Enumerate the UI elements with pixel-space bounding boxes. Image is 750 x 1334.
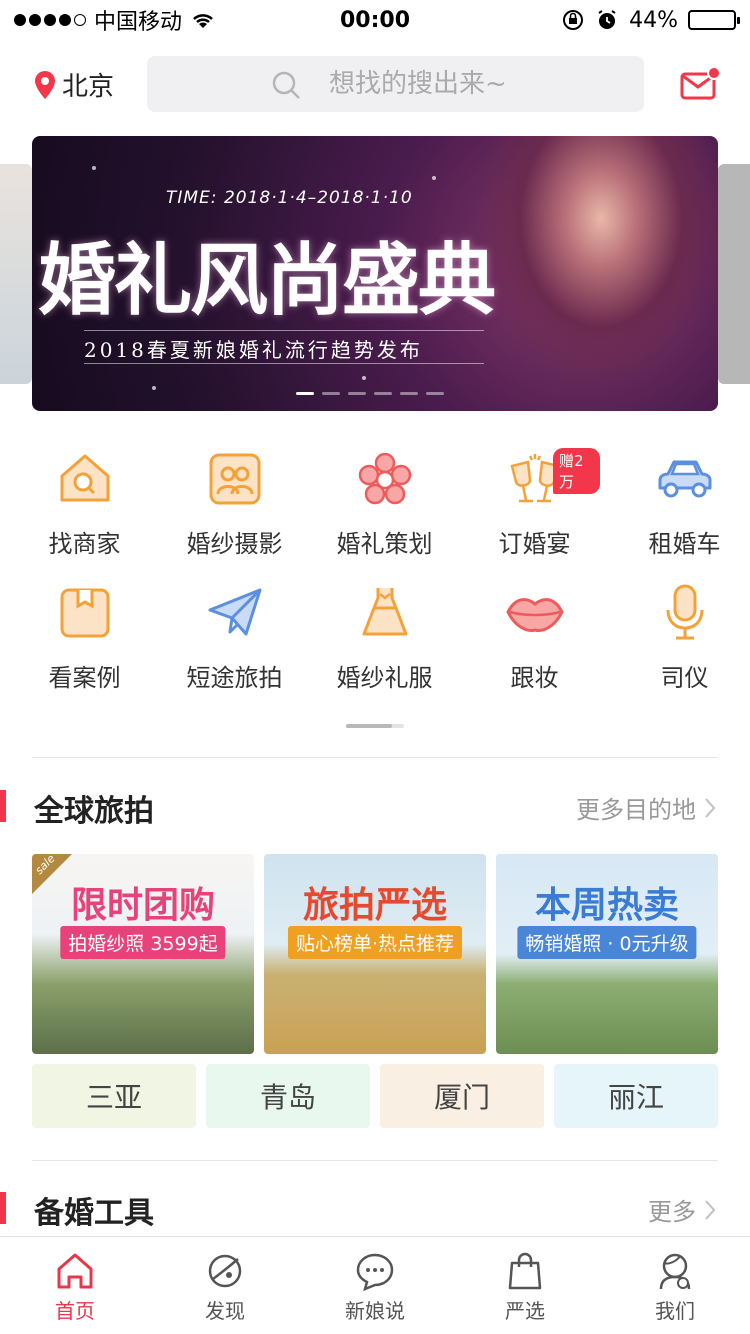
location-pin-icon	[35, 70, 55, 99]
house-search-icon	[60, 454, 109, 502]
category-pager	[346, 724, 404, 728]
category-wedding-photo[interactable]: 婚纱摄影	[169, 450, 300, 584]
card-subtitle: 拍婚纱照 3599起	[60, 926, 226, 959]
banner-page-dot	[322, 392, 340, 395]
tab-bride-talk[interactable]: 新娘说	[300, 1237, 450, 1334]
home-icon	[57, 1253, 93, 1289]
battery-icon	[688, 10, 740, 30]
travel-cards: sale 限时团购 拍婚纱照 3599起 旅拍严选 贴心榜单·热点推荐 本周热卖…	[32, 854, 718, 1054]
tab-discover[interactable]: 发现	[150, 1237, 300, 1334]
card-title: 旅拍严选	[302, 885, 447, 926]
city-button-xiamen[interactable]: 厦门	[380, 1064, 544, 1128]
card-subtitle: 畅销婚照 · 0元升级	[517, 926, 697, 959]
category-find-merchant[interactable]: 找商家	[19, 450, 150, 584]
tools-section-header: 备婚工具 更多	[0, 1188, 750, 1231]
dress-icon	[362, 588, 407, 636]
banner-time: TIME: 2018·1·4–2018·1·10	[166, 188, 413, 208]
travel-section-title: 全球旅拍	[34, 794, 154, 829]
travel-card-group-buy[interactable]: sale 限时团购 拍婚纱照 3599起	[32, 854, 254, 1054]
card-title: 限时团购	[70, 885, 215, 926]
bottom-tab-bar: 首页 发现 新娘说 严选 我们	[0, 1236, 750, 1334]
card-title: 本周热卖	[534, 885, 679, 926]
case-box-icon	[60, 588, 109, 638]
search-input[interactable]	[329, 69, 629, 99]
tools-section-title: 备婚工具	[34, 1196, 154, 1231]
banquet-gift-badge: 赠2万	[553, 448, 600, 494]
tab-home[interactable]: 首页	[0, 1237, 150, 1334]
destination-cities: 三亚 青岛 厦门 丽江	[32, 1064, 718, 1128]
planet-icon	[208, 1254, 242, 1288]
category-wedding-car[interactable]: 租婚车	[619, 450, 750, 584]
search-icon	[272, 71, 300, 99]
city-button-lijiang[interactable]: 丽江	[554, 1064, 718, 1128]
banner-pagination	[296, 392, 444, 395]
category-cases[interactable]: 看案例	[19, 584, 150, 718]
category-dress[interactable]: 婚纱礼服	[319, 584, 450, 718]
card-subtitle: 贴心榜单·热点推荐	[287, 926, 463, 959]
banner-title: 婚礼风尚盛典	[38, 235, 496, 326]
couple-icon	[659, 1253, 691, 1290]
city-name: 北京	[62, 72, 115, 102]
tab-us[interactable]: 我们	[600, 1237, 750, 1334]
signal-strength-icon	[14, 14, 86, 26]
chevron-right-icon	[705, 1199, 716, 1220]
divider	[32, 757, 718, 758]
divider	[32, 1160, 718, 1161]
travel-card-selection[interactable]: 旅拍严选 贴心榜单·热点推荐	[264, 854, 486, 1054]
top-header: 北京	[0, 56, 750, 112]
search-box[interactable]	[147, 56, 644, 112]
banner-page-dot	[400, 392, 418, 395]
banner-prev-peek[interactable]	[0, 164, 32, 384]
city-button-qingdao[interactable]: 青岛	[206, 1064, 370, 1128]
banner-subtitle: 2018春夏新娘婚礼流行趋势发布	[84, 338, 423, 362]
category-short-trip[interactable]: 短途旅拍	[169, 584, 300, 718]
wifi-icon	[193, 14, 213, 28]
promo-banner[interactable]: TIME: 2018·1·4–2018·1·10 婚礼风尚盛典 2018春夏新娘…	[32, 136, 718, 411]
banner-page-dot	[374, 392, 392, 395]
category-grid: 找商家 婚纱摄影 婚礼策划 赠2万 订婚宴 租婚车 看案例 短途旅拍 婚纱礼服 …	[0, 448, 750, 718]
tab-selected-shop[interactable]: 严选	[450, 1237, 600, 1334]
banner-page-dot	[426, 392, 444, 395]
carrier-name: 中国移动	[94, 10, 183, 35]
banner-page-dot	[296, 392, 314, 395]
banner-model-image	[458, 136, 718, 411]
category-wedding-planning[interactable]: 婚礼策划	[319, 450, 450, 584]
city-selector[interactable]: 北京	[34, 66, 114, 103]
status-bar: 中国移动 00:00 44%	[0, 0, 750, 40]
microphone-icon	[666, 584, 703, 640]
flower-icon	[358, 452, 411, 505]
alarm-icon	[598, 10, 616, 29]
car-icon	[658, 460, 711, 498]
banner-next-peek[interactable]	[718, 164, 750, 384]
chat-bubble-icon	[356, 1253, 394, 1291]
travel-card-weekly-hot[interactable]: 本周热卖 畅销婚照 · 0元升级	[496, 854, 718, 1054]
more-destinations-link[interactable]: 更多目的地	[576, 790, 716, 825]
section-accent-bar	[0, 790, 6, 822]
city-button-sanya[interactable]: 三亚	[32, 1064, 196, 1128]
more-tools-link[interactable]: 更多	[648, 1192, 716, 1227]
lips-icon	[505, 598, 564, 632]
paper-plane-icon	[208, 588, 261, 636]
orientation-lock-icon	[563, 10, 584, 30]
chevron-right-icon	[705, 797, 716, 818]
shopping-bag-icon	[508, 1252, 542, 1290]
section-accent-bar	[0, 1192, 6, 1224]
travel-section-header: 全球旅拍 更多目的地	[0, 786, 750, 829]
banner-page-dot	[348, 392, 366, 395]
category-mc[interactable]: 司仪	[619, 584, 750, 718]
photo-people-icon	[209, 453, 260, 505]
battery-percent: 44%	[629, 7, 678, 33]
category-makeup[interactable]: 跟妆	[469, 584, 600, 718]
message-mail-icon[interactable]	[680, 66, 720, 100]
category-banquet[interactable]: 赠2万 订婚宴	[469, 448, 600, 584]
